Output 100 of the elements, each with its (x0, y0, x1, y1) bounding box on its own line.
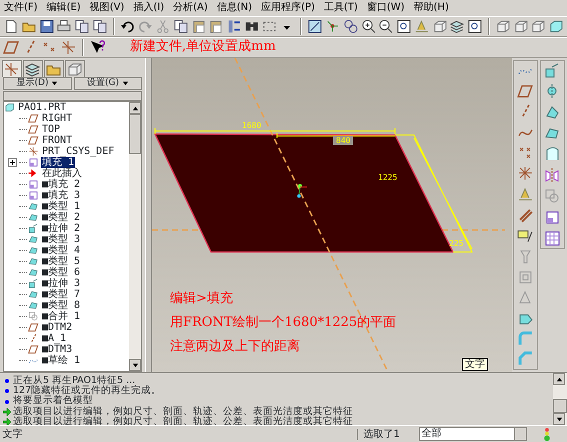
filter-dropdown[interactable]: 全部 (418, 427, 526, 441)
mirror-icon[interactable] (544, 167, 561, 184)
tree-item[interactable]: ■类型 5 (41, 256, 82, 267)
datum-plane-icon[interactable] (517, 82, 534, 100)
csys-drawing (297, 184, 308, 198)
extrude-icon (28, 223, 39, 234)
tree-item[interactable]: ■DTM2 (41, 322, 74, 333)
tree-item[interactable]: PRT_CSYS_DEF (41, 146, 116, 157)
orientation-icon[interactable] (342, 18, 359, 35)
menu-item[interactable]: 应用程序(P) (261, 0, 315, 16)
plane-icon (28, 135, 39, 146)
menu-item[interactable]: 分析(A) (173, 0, 208, 16)
favorites-tab[interactable] (65, 60, 85, 77)
bullet-icon (3, 376, 11, 385)
layers-icon[interactable] (449, 18, 466, 35)
scroll-up-button[interactable] (553, 373, 565, 385)
menu-item[interactable]: 窗口(W) (366, 0, 405, 16)
blend-icon (28, 212, 39, 223)
display-menu[interactable]: 显示(D) (3, 77, 72, 90)
tree-item[interactable]: FRONT (41, 135, 74, 146)
no-hidden-icon[interactable] (530, 18, 546, 35)
selection-count: 选取了1 (356, 428, 412, 440)
copy-icon[interactable] (172, 18, 189, 35)
extrude-icon[interactable] (544, 62, 561, 79)
menu-item[interactable]: 文件(F) (4, 0, 38, 16)
menu-item[interactable]: 编辑(E) (46, 0, 81, 16)
new-file-icon[interactable] (3, 18, 19, 35)
save-icon[interactable] (38, 18, 54, 35)
blend-icon (28, 289, 39, 300)
tree-item[interactable]: ■类型 1 (41, 201, 82, 212)
paste-icon[interactable] (208, 18, 224, 35)
csys-icon (28, 146, 39, 157)
hidden-line-icon[interactable] (512, 18, 528, 35)
plane-icon (28, 344, 39, 355)
up-arrow-icon (132, 104, 138, 112)
tree-item[interactable]: ■填充 2 (41, 179, 82, 190)
saved-views-icon[interactable] (432, 18, 448, 35)
surface-icon[interactable] (544, 146, 561, 163)
tree-item[interactable]: ■A_1 (41, 333, 68, 344)
sweep-icon[interactable] (544, 104, 561, 121)
settings-menu[interactable]: 设置(G) (74, 77, 142, 90)
status-text: 文字 (2, 428, 22, 440)
arrow-icon (28, 168, 39, 179)
tree-item[interactable]: ■类型 2 (41, 212, 82, 223)
copy-icon[interactable] (74, 18, 90, 35)
copy-icon[interactable] (92, 18, 108, 35)
menu-item[interactable]: 视图(V) (90, 0, 124, 16)
tree-item[interactable]: ■填充 3 (41, 190, 82, 201)
scrollbar-thumb[interactable] (553, 399, 567, 413)
menu-item[interactable]: 信息(N) (216, 0, 252, 16)
tree-item[interactable]: ■类型 8 (41, 300, 82, 311)
cosmetic-icon[interactable] (517, 206, 534, 224)
layer-tree-tab[interactable] (23, 60, 43, 77)
caret-icon (50, 80, 58, 87)
paste-icon[interactable] (190, 18, 206, 35)
pattern-icon[interactable] (544, 230, 561, 247)
folder-tab[interactable] (44, 60, 64, 77)
scroll-up-button[interactable] (129, 102, 141, 114)
menu-item[interactable]: 插入(I) (133, 0, 164, 16)
scroll-down-button[interactable] (553, 413, 565, 425)
tree-item[interactable]: TOP (41, 124, 62, 135)
wireframe-icon[interactable] (494, 18, 511, 35)
message-text: 127隐藏特征或元件的再生完成。 (13, 386, 162, 396)
tree-item[interactable]: ■类型 4 (41, 245, 82, 256)
tree-item[interactable]: PAO1.PRT (17, 102, 68, 113)
fill-icon (28, 179, 39, 190)
message-text: 选取项目以进行编辑，例如尺寸、剖面、轨迹、公差、表面光洁度或其它特征 (13, 417, 353, 428)
scroll-down-button[interactable] (129, 359, 141, 371)
plane-icon (28, 322, 39, 333)
tree-item[interactable]: ■拉伸 3 (41, 278, 82, 289)
tree-item[interactable]: ■拉伸 2 (41, 223, 82, 234)
refit-icon[interactable] (396, 18, 412, 35)
tree-item[interactable]: ■类型 7 (41, 289, 82, 300)
tooltip: 文字 (462, 358, 488, 371)
tree-item[interactable]: ■类型 3 (41, 234, 82, 245)
trim-icon[interactable] (544, 209, 561, 226)
blend-icon (28, 234, 39, 245)
dimension-value[interactable]: 1225 (378, 173, 398, 182)
expand-toggle[interactable] (8, 158, 17, 167)
annotation-text: 用FRONT绘制一个1680*1225的平面 (170, 316, 396, 330)
tree-item[interactable]: RIGHT (41, 113, 74, 124)
coordinate-system-icon[interactable] (60, 39, 77, 56)
tree-item[interactable]: ■草绘 1 (41, 355, 82, 366)
zoom-out-icon[interactable] (378, 18, 394, 35)
tree-item[interactable]: ■类型 6 (41, 267, 82, 278)
tree-item[interactable]: 填充 1 (41, 157, 76, 168)
datum-plane-icon[interactable] (3, 39, 20, 56)
blend-icon (28, 201, 39, 212)
model-tree-tab[interactable] (2, 60, 22, 77)
regenerate-icon[interactable] (226, 18, 242, 35)
tree-item[interactable]: ■合并 1 (41, 311, 82, 322)
zoom-in-icon[interactable] (360, 18, 376, 35)
menu-item[interactable]: 帮助(H) (414, 0, 449, 16)
tree-item[interactable]: ■DTM3 (41, 344, 74, 355)
menu-item[interactable]: 工具(T) (324, 0, 358, 16)
up-arrow-icon (556, 376, 562, 382)
tree-item[interactable]: 在此插入 (41, 168, 83, 179)
shaded-cube-icon[interactable] (548, 18, 564, 35)
scrollbar-thumb[interactable] (129, 114, 141, 154)
coordinate-system-icon[interactable] (517, 165, 534, 182)
